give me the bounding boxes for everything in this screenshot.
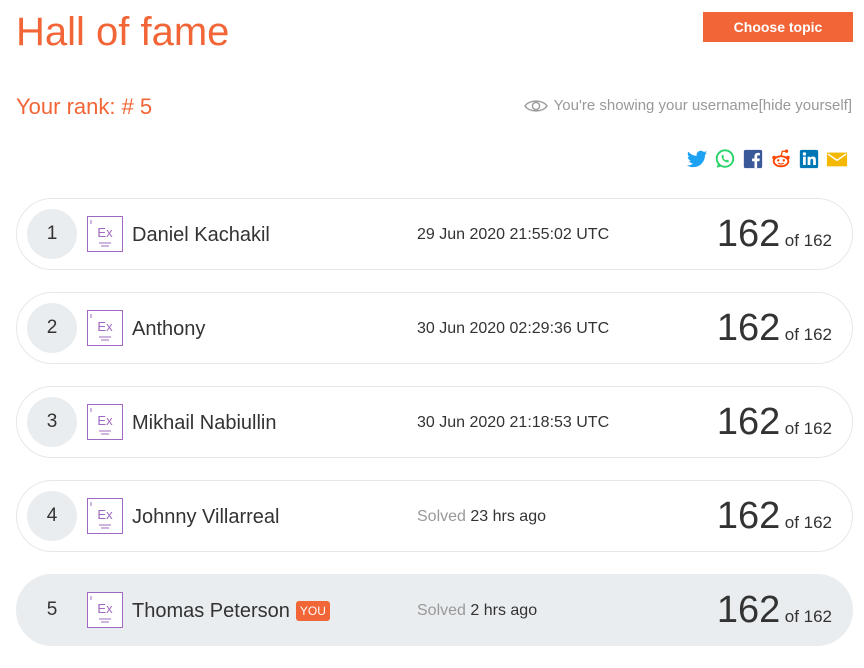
leaderboard-row-current-user[interactable]: 5 Ex Thomas Peterson YOU Solved 2 hrs ago… (16, 574, 853, 646)
hide-yourself-link[interactable]: [hide yourself] (759, 96, 852, 116)
page-title: Hall of fame (16, 10, 230, 54)
score: 162 of 162 (716, 307, 832, 349)
solved-time: Solved 2 hrs ago (417, 602, 538, 619)
twitter-icon[interactable] (686, 148, 708, 170)
user-name[interactable]: Johnny Villarreal (132, 505, 280, 529)
reddit-icon[interactable] (770, 148, 792, 170)
linkedin-icon[interactable] (798, 148, 820, 170)
avatar: Ex (87, 404, 123, 440)
svg-text:Ex: Ex (97, 601, 113, 616)
rank-number: 3 (27, 397, 77, 447)
svg-text:Ex: Ex (97, 319, 113, 334)
rank-number: 4 (27, 491, 77, 541)
facebook-icon[interactable] (742, 148, 764, 170)
score: 162 of 162 (716, 401, 832, 443)
rank-number: 5 (46, 599, 58, 620)
score: 162 of 162 (716, 213, 832, 255)
rank-number: 2 (27, 303, 77, 353)
user-name[interactable]: Daniel Kachakil (132, 223, 270, 247)
choose-topic-button[interactable]: Choose topic (703, 12, 853, 42)
leaderboard-row[interactable]: 4 Ex Johnny Villarreal Solved 23 hrs ago… (16, 480, 853, 552)
eye-icon (523, 100, 548, 112)
you-badge: YOU (295, 601, 330, 621)
avatar: Ex (87, 310, 123, 346)
leaderboard-row[interactable]: 3 Ex Mikhail Nabiullin 30 Jun 2020 21:18… (16, 386, 853, 458)
rank-number: 1 (27, 209, 77, 259)
solved-time: 30 Jun 2020 21:18:53 UTC (417, 414, 610, 431)
avatar: Ex (87, 216, 123, 252)
visibility-note: You're showing your username [hide yours… (523, 96, 852, 116)
score: 162 of 162 (716, 495, 832, 537)
user-name[interactable]: Thomas Peterson YOU (132, 599, 330, 623)
visibility-text: You're showing your username (553, 97, 759, 114)
svg-text:Ex: Ex (97, 507, 113, 522)
avatar: Ex (87, 498, 123, 534)
solved-time: 29 Jun 2020 21:55:02 UTC (417, 226, 610, 243)
leaderboard-row[interactable]: 2 Ex Anthony 30 Jun 2020 02:29:36 UTC 16… (16, 292, 853, 364)
solved-time: 30 Jun 2020 02:29:36 UTC (417, 320, 610, 337)
email-icon[interactable] (826, 148, 848, 170)
leaderboard-row[interactable]: 1 Ex Daniel Kachakil 29 Jun 2020 21:55:0… (16, 198, 853, 270)
score: 162 of 162 (716, 589, 832, 631)
your-rank: Your rank: # 5 (16, 94, 153, 119)
leaderboard: 1 Ex Daniel Kachakil 29 Jun 2020 21:55:0… (16, 198, 853, 668)
svg-text:Ex: Ex (97, 225, 113, 240)
solved-time: Solved 23 hrs ago (417, 508, 546, 525)
user-name[interactable]: Anthony (132, 317, 205, 341)
user-name[interactable]: Mikhail Nabiullin (132, 411, 277, 435)
share-bar (686, 148, 848, 170)
avatar: Ex (87, 592, 123, 628)
svg-text:Ex: Ex (97, 413, 113, 428)
whatsapp-icon[interactable] (714, 148, 736, 170)
